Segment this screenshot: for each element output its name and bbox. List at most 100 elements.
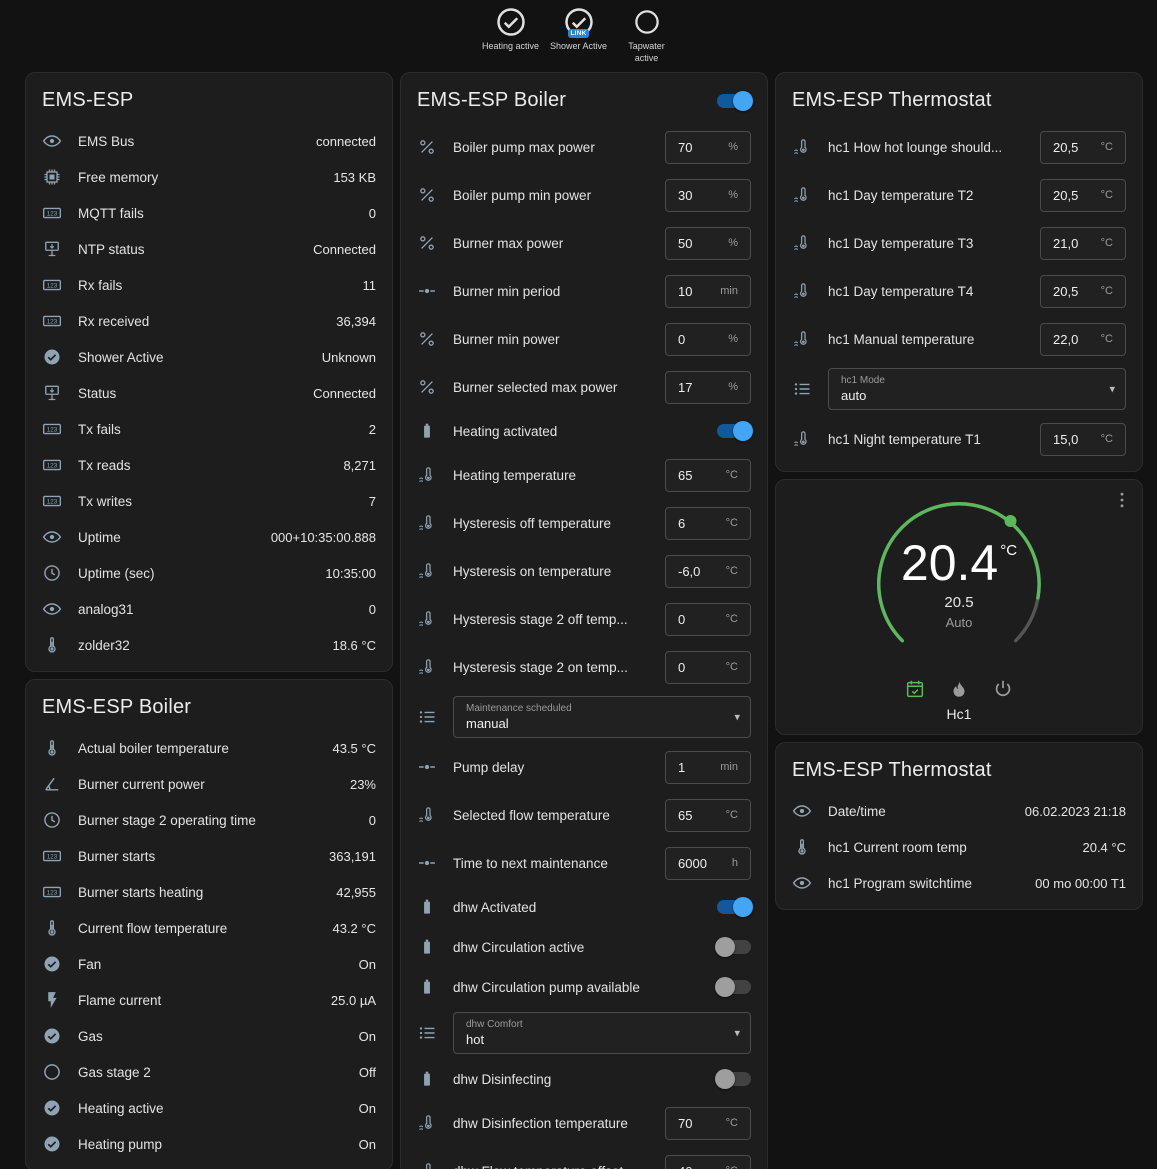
number-input[interactable]: 6000h — [665, 847, 751, 880]
unit-label: °C — [1101, 285, 1113, 297]
entity-row[interactable]: Heating activeOn — [26, 1090, 392, 1126]
thermostat-dial[interactable]: 20.4 °C 20.5 Auto — [867, 492, 1051, 676]
entity-row[interactable]: Burner stage 2 operating time0 — [26, 802, 392, 838]
flash-icon — [42, 990, 64, 1010]
entity-row[interactable]: StatusConnected — [26, 375, 392, 411]
number-input[interactable]: 65°C — [665, 459, 751, 492]
entity-label: Burner max power — [453, 236, 651, 251]
unit-label: °C — [726, 613, 738, 625]
entity-value: 2 — [369, 422, 376, 437]
entity-label: hc1 Current room temp — [828, 840, 1068, 855]
entity-row[interactable]: Current flow temperature43.2 °C — [26, 910, 392, 946]
entity-row[interactable]: Actual boiler temperature43.5 °C — [26, 730, 392, 766]
entity-row[interactable]: 123Rx received36,394 — [26, 303, 392, 339]
entity-row[interactable]: Uptime (sec)10:35:00 — [26, 555, 392, 591]
entity-row[interactable]: 123Tx fails2 — [26, 411, 392, 447]
number-input[interactable]: -6,0°C — [665, 555, 751, 588]
entity-label: Shower Active — [78, 350, 308, 365]
entity-label: Pump delay — [453, 760, 651, 775]
number-input[interactable]: 40°C — [665, 1155, 751, 1169]
select-input[interactable]: Maintenance scheduledmanual▾ — [453, 696, 751, 738]
status-chip[interactable]: LINKShower Active — [550, 7, 608, 68]
entity-row[interactable]: 123MQTT fails0 — [26, 195, 392, 231]
number-input[interactable]: 17% — [665, 371, 751, 404]
eye-icon — [42, 131, 64, 151]
entity-row[interactable]: Free memory153 KB — [26, 159, 392, 195]
number-input[interactable]: 22,0°C — [1040, 323, 1126, 356]
toggle-switch[interactable] — [717, 940, 751, 954]
water-thermometer-icon — [792, 281, 814, 301]
unit-label: °C — [1101, 141, 1113, 153]
svg-text:123: 123 — [47, 890, 58, 897]
number-input[interactable]: 6°C — [665, 507, 751, 540]
number-input[interactable]: 65°C — [665, 799, 751, 832]
number-input[interactable]: 50% — [665, 227, 751, 260]
number-entity-row: Hysteresis off temperature6°C — [401, 499, 767, 547]
toggle-switch[interactable] — [717, 980, 751, 994]
number-input[interactable]: 21,0°C — [1040, 227, 1126, 260]
number-input[interactable]: 0°C — [665, 603, 751, 636]
number-input[interactable]: 70% — [665, 131, 751, 164]
entity-row[interactable]: Flame current25.0 µA — [26, 982, 392, 1018]
entity-row[interactable]: hc1 Program switchtime00 mo 00:00 T1 — [776, 865, 1142, 901]
number-input[interactable]: 15,0°C — [1040, 423, 1126, 456]
number-input[interactable]: 20,5°C — [1040, 179, 1126, 212]
entity-row[interactable]: Burner current power23% — [26, 766, 392, 802]
entity-label: Gas stage 2 — [78, 1065, 345, 1080]
entity-row[interactable]: 123Burner starts363,191 — [26, 838, 392, 874]
dashboard-columns: EMS-ESP EMS BusconnectedFree memory153 K… — [0, 70, 1157, 1169]
entity-row[interactable]: analog310 — [26, 591, 392, 627]
select-input[interactable]: hc1 Modeauto▾ — [828, 368, 1126, 410]
entity-label: dhw Disinfecting — [453, 1072, 703, 1087]
counter-icon: 123 — [42, 846, 64, 866]
entity-row[interactable]: Shower ActiveUnknown — [26, 339, 392, 375]
water-thermometer-icon — [417, 1113, 439, 1133]
number-input[interactable]: 70°C — [665, 1107, 751, 1140]
power-icon[interactable] — [992, 678, 1014, 700]
calendar-check-icon[interactable] — [904, 678, 926, 700]
entity-row[interactable]: FanOn — [26, 946, 392, 982]
number-input[interactable]: 1min — [665, 751, 751, 784]
number-input[interactable]: 30% — [665, 179, 751, 212]
unit-label: % — [728, 189, 738, 201]
number-input[interactable]: 20,5°C — [1040, 275, 1126, 308]
toggle-entity-row: dhw Disinfecting — [401, 1059, 767, 1099]
fire-icon[interactable] — [948, 678, 970, 700]
entity-row[interactable]: Date/time06.02.2023 21:18 — [776, 793, 1142, 829]
water-thermometer-icon — [792, 185, 814, 205]
entity-row[interactable]: zolder3218.6 °C — [26, 627, 392, 663]
entity-row[interactable]: 123Tx writes7 — [26, 483, 392, 519]
number-input[interactable]: 20,5°C — [1040, 131, 1126, 164]
entity-row[interactable]: 123Burner starts heating42,955 — [26, 874, 392, 910]
boiler-power-toggle[interactable] — [717, 94, 751, 108]
entity-row[interactable]: Uptime000+10:35:00.888 — [26, 519, 392, 555]
status-chip[interactable]: Heating active — [482, 7, 540, 68]
toggle-switch[interactable] — [717, 900, 751, 914]
number-entity-row: Burner min period10min — [401, 267, 767, 315]
card-title: EMS-ESP Thermostat — [792, 759, 992, 782]
list-icon — [417, 707, 439, 727]
entity-row[interactable]: GasOn — [26, 1018, 392, 1054]
link-badge: LINK — [568, 29, 590, 38]
entity-row[interactable]: 123Tx reads8,271 — [26, 447, 392, 483]
entity-row[interactable]: NTP statusConnected — [26, 231, 392, 267]
entity-row[interactable]: Gas stage 2Off — [26, 1054, 392, 1090]
number-entity-row: hc1 Day temperature T420,5°C — [776, 267, 1142, 315]
toggle-switch[interactable] — [717, 1072, 751, 1086]
select-entity-row: dhw Comforthot▾ — [401, 1007, 767, 1059]
status-chip[interactable]: Tapwater active — [618, 7, 676, 68]
entity-value: 06.02.2023 21:18 — [1025, 804, 1126, 819]
toggle-switch[interactable] — [717, 424, 751, 438]
number-input[interactable]: 0% — [665, 323, 751, 356]
unit-label: °C — [1101, 433, 1113, 445]
entity-row[interactable]: 123Rx fails11 — [26, 267, 392, 303]
number-input[interactable]: 0°C — [665, 651, 751, 684]
select-input[interactable]: dhw Comforthot▾ — [453, 1012, 751, 1054]
entity-row[interactable]: Heating pumpOn — [26, 1126, 392, 1162]
entity-row[interactable]: hc1 Current room temp20.4 °C — [776, 829, 1142, 865]
more-menu-icon[interactable] — [1112, 490, 1132, 515]
number-input[interactable]: 10min — [665, 275, 751, 308]
counter-icon: 123 — [42, 203, 64, 223]
entity-row[interactable]: EMS Busconnected — [26, 123, 392, 159]
entity-label: NTP status — [78, 242, 299, 257]
